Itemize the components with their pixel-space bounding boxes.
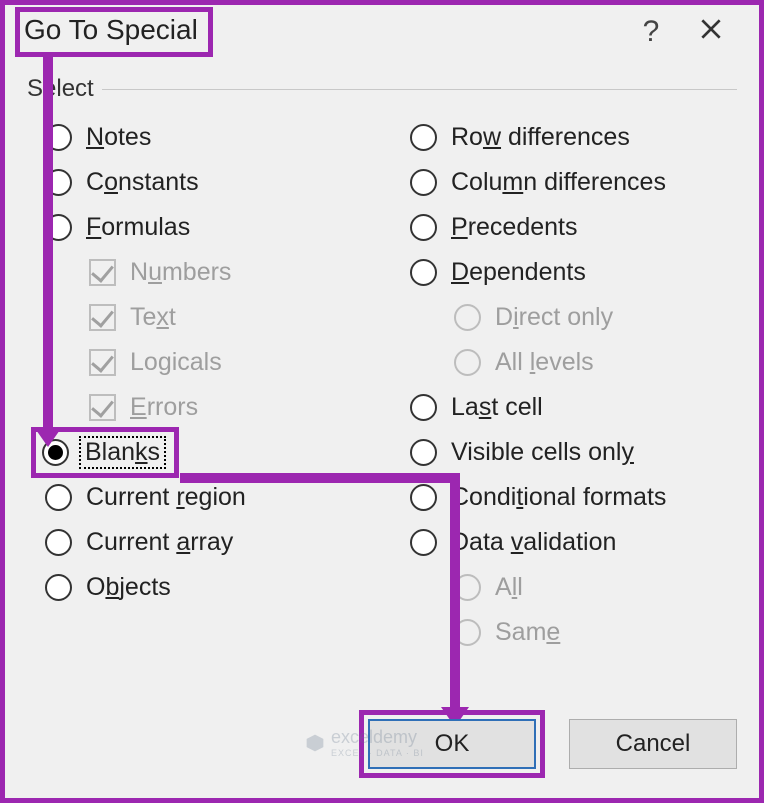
dialog-content: Select Notes Constants Formulas <box>5 57 759 655</box>
option-label: Row differences <box>451 123 630 152</box>
option-label: Same <box>495 618 560 647</box>
ok-highlight: OK <box>359 710 545 778</box>
option-numbers: Numbers <box>27 250 372 295</box>
option-constants[interactable]: Constants <box>27 160 372 205</box>
option-row-differences[interactable]: Row differences <box>392 115 737 160</box>
group-divider <box>102 89 737 90</box>
option-label: Data validation <box>451 528 616 557</box>
option-label: Errors <box>130 393 198 422</box>
radio-icon <box>410 214 437 241</box>
option-label: Formulas <box>86 213 190 242</box>
option-label: All levels <box>495 348 594 377</box>
option-objects[interactable]: Objects <box>27 565 372 610</box>
option-label: Text <box>130 303 176 332</box>
left-column: Notes Constants Formulas Numbers Text <box>27 115 372 655</box>
option-column-differences[interactable]: Column differences <box>392 160 737 205</box>
option-label: Objects <box>86 573 171 602</box>
option-label: Last cell <box>451 393 543 422</box>
option-last-cell[interactable]: Last cell <box>392 385 737 430</box>
checkbox-icon <box>89 394 116 421</box>
cancel-button[interactable]: Cancel <box>569 719 737 769</box>
option-current-array[interactable]: Current array <box>27 520 372 565</box>
option-label: Dependents <box>451 258 586 287</box>
radio-icon <box>410 169 437 196</box>
select-label: Select <box>27 75 94 103</box>
annotation-arrow-icon <box>450 473 460 710</box>
radio-icon <box>454 304 481 331</box>
group-label: Select <box>27 75 737 103</box>
option-label: Current region <box>86 483 246 512</box>
option-dependents[interactable]: Dependents <box>392 250 737 295</box>
ok-button[interactable]: OK <box>368 719 536 769</box>
option-same: Same <box>392 610 737 655</box>
annotation-arrowhead-icon <box>34 427 62 447</box>
option-text: Text <box>27 295 372 340</box>
option-label: All <box>495 573 523 602</box>
go-to-special-dialog: Go To Special ? Select Notes Constants <box>0 0 764 803</box>
option-label: Blanks <box>79 436 166 469</box>
titlebar: Go To Special ? <box>5 5 759 57</box>
radio-icon <box>410 124 437 151</box>
option-visible-cells-only[interactable]: Visible cells only <box>392 430 737 475</box>
radio-icon <box>45 574 72 601</box>
option-data-validation[interactable]: Data validation <box>392 520 737 565</box>
radio-icon <box>410 484 437 511</box>
radio-icon <box>45 529 72 556</box>
close-icon <box>698 16 724 42</box>
checkbox-icon <box>89 349 116 376</box>
help-button[interactable]: ? <box>621 15 681 49</box>
option-precedents[interactable]: Precedents <box>392 205 737 250</box>
watermark-icon <box>305 733 325 753</box>
option-label: Column differences <box>451 168 666 197</box>
option-label: Numbers <box>130 258 231 287</box>
option-label: Logicals <box>130 348 222 377</box>
option-direct-only: Direct only <box>392 295 737 340</box>
radio-icon <box>45 484 72 511</box>
annotation-arrow-icon <box>43 57 53 430</box>
option-notes[interactable]: Notes <box>27 115 372 160</box>
dialog-title: Go To Special <box>15 7 213 57</box>
close-button[interactable] <box>681 16 741 49</box>
radio-icon <box>410 439 437 466</box>
option-label: Constants <box>86 168 199 197</box>
option-blanks[interactable]: Blanks <box>27 430 372 475</box>
radio-icon <box>410 259 437 286</box>
radio-icon <box>410 394 437 421</box>
option-all: All <box>392 565 737 610</box>
radio-icon <box>410 529 437 556</box>
checkbox-icon <box>89 259 116 286</box>
option-formulas[interactable]: Formulas <box>27 205 372 250</box>
option-label: Current array <box>86 528 233 557</box>
option-label: Visible cells only <box>451 438 634 467</box>
radio-icon <box>454 349 481 376</box>
option-label: Direct only <box>495 303 613 332</box>
option-all-levels: All levels <box>392 340 737 385</box>
button-row: OK Cancel <box>359 710 737 778</box>
checkbox-icon <box>89 304 116 331</box>
option-errors: Errors <box>27 385 372 430</box>
option-label: Conditional formats <box>451 483 666 512</box>
right-column: Row differences Column differences Prece… <box>392 115 737 655</box>
annotation-arrow-icon <box>180 473 455 483</box>
option-label: Precedents <box>451 213 577 242</box>
option-logicals: Logicals <box>27 340 372 385</box>
option-label: Notes <box>86 123 151 152</box>
